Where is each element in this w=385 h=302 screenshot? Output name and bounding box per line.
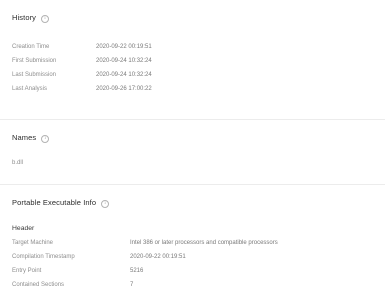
row-label: Target Machine xyxy=(12,240,54,246)
info-icon[interactable]: i xyxy=(41,15,50,23)
names-section: Names i b.dll xyxy=(0,122,385,184)
row-label: First Submission xyxy=(12,58,57,64)
info-icon[interactable]: i xyxy=(41,135,50,143)
history-row-last-submission: Last Submission 2020-09-24 10:32:24 xyxy=(12,72,152,78)
names-title: Names i xyxy=(12,133,50,143)
row-label: Contained Sections xyxy=(12,282,65,288)
pe-row-contained-sections: Contained Sections 7 xyxy=(12,282,133,288)
row-label: Compilation Timestamp xyxy=(12,254,75,260)
history-row-first-submission: First Submission 2020-09-24 10:32:24 xyxy=(12,58,152,64)
pe-row-compilation-timestamp: Compilation Timestamp 2020-09-22 00:19:5… xyxy=(12,254,186,260)
row-value: 7 xyxy=(130,282,134,288)
info-icon[interactable]: i xyxy=(101,200,110,208)
row-label: Entry Point xyxy=(12,268,42,274)
row-value: 2020-09-24 10:32:24 xyxy=(96,58,152,64)
row-label: Creation Time xyxy=(12,44,50,50)
row-label: Last Analysis xyxy=(12,86,48,92)
row-value: 2020-09-22 00:19:51 xyxy=(96,44,152,50)
pe-info-title-label: Portable Executable Info xyxy=(12,198,97,207)
name-value: b.dll xyxy=(12,160,24,166)
row-value: 5216 xyxy=(130,268,144,274)
history-row-last-analysis: Last Analysis 2020-09-26 17:00:22 xyxy=(12,86,152,92)
history-section: History i Creation Time 2020-09-22 00:19:… xyxy=(0,0,385,118)
section-divider xyxy=(0,184,385,185)
row-value: Intel 386 or later processors and compat… xyxy=(130,240,278,246)
names-item: b.dll xyxy=(12,160,23,166)
names-title-label: Names xyxy=(12,133,37,142)
row-value: 2020-09-22 00:19:51 xyxy=(130,254,186,260)
row-value: 2020-09-24 10:32:24 xyxy=(96,72,152,78)
pe-info-title: Portable Executable Info i xyxy=(12,198,110,208)
section-divider xyxy=(0,119,385,120)
row-label: Last Submission xyxy=(12,72,57,78)
history-title: History i xyxy=(12,13,50,23)
pe-info-section: Portable Executable Info i Header Target … xyxy=(0,188,385,302)
history-row-creation-time: Creation Time 2020-09-22 00:19:51 xyxy=(12,44,152,50)
pe-row-target-machine: Target Machine Intel 386 or later proces… xyxy=(12,240,278,246)
pe-row-entry-point: Entry Point 5216 xyxy=(12,268,143,274)
history-title-label: History xyxy=(12,13,37,22)
row-value: 2020-09-26 17:00:22 xyxy=(96,86,152,92)
pe-header-subtitle: Header xyxy=(12,225,35,232)
